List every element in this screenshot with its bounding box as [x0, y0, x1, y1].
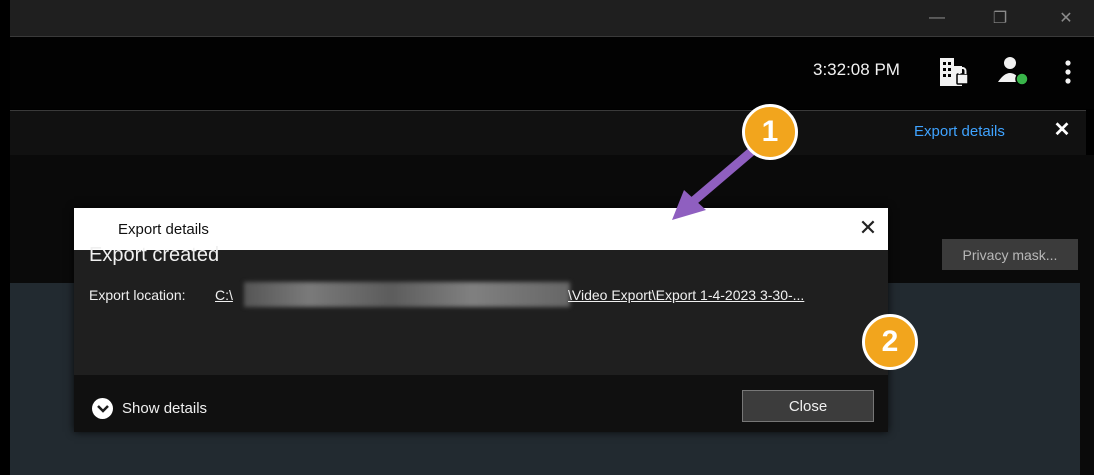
callout-badge-2: 2	[862, 314, 918, 370]
window-close-button[interactable]: ✕	[1043, 0, 1089, 36]
dialog-title: Export details	[118, 221, 209, 238]
export-location-link[interactable]: \Video Export\Export 1-4-2023 3-30-...	[568, 287, 804, 303]
close-button[interactable]: Close	[742, 390, 874, 422]
clock-display: 3:32:08 PM	[813, 60, 900, 79]
more-vertical-icon[interactable]	[1060, 58, 1076, 88]
show-details-toggle[interactable]: Show details	[92, 398, 207, 419]
user-status-icon[interactable]	[996, 54, 1030, 88]
show-details-label: Show details	[122, 400, 208, 417]
redacted-path-segment	[244, 282, 570, 307]
notification-close-button[interactable]: ✕	[1052, 120, 1072, 140]
dialog-body	[74, 250, 888, 375]
chevron-down-icon	[92, 398, 113, 419]
minimize-button[interactable]: —	[914, 0, 960, 36]
export-details-dialog: Export details ✕ Export created Export l…	[74, 208, 888, 432]
dialog-close-icon[interactable]: ✕	[856, 216, 880, 240]
export-location-drive-link[interactable]: C:\	[215, 287, 233, 303]
callout-badge-1: 1	[742, 104, 798, 160]
export-created-heading: Export created	[89, 244, 220, 266]
restore-button[interactable]: ❐	[977, 0, 1023, 36]
export-location-label: Export location:	[89, 287, 186, 303]
top-toolbar	[10, 37, 1094, 109]
privacy-mask-button[interactable]: Privacy mask...	[942, 239, 1078, 270]
export-details-link[interactable]: Export details	[914, 123, 1005, 140]
building-lock-icon[interactable]	[938, 56, 970, 88]
